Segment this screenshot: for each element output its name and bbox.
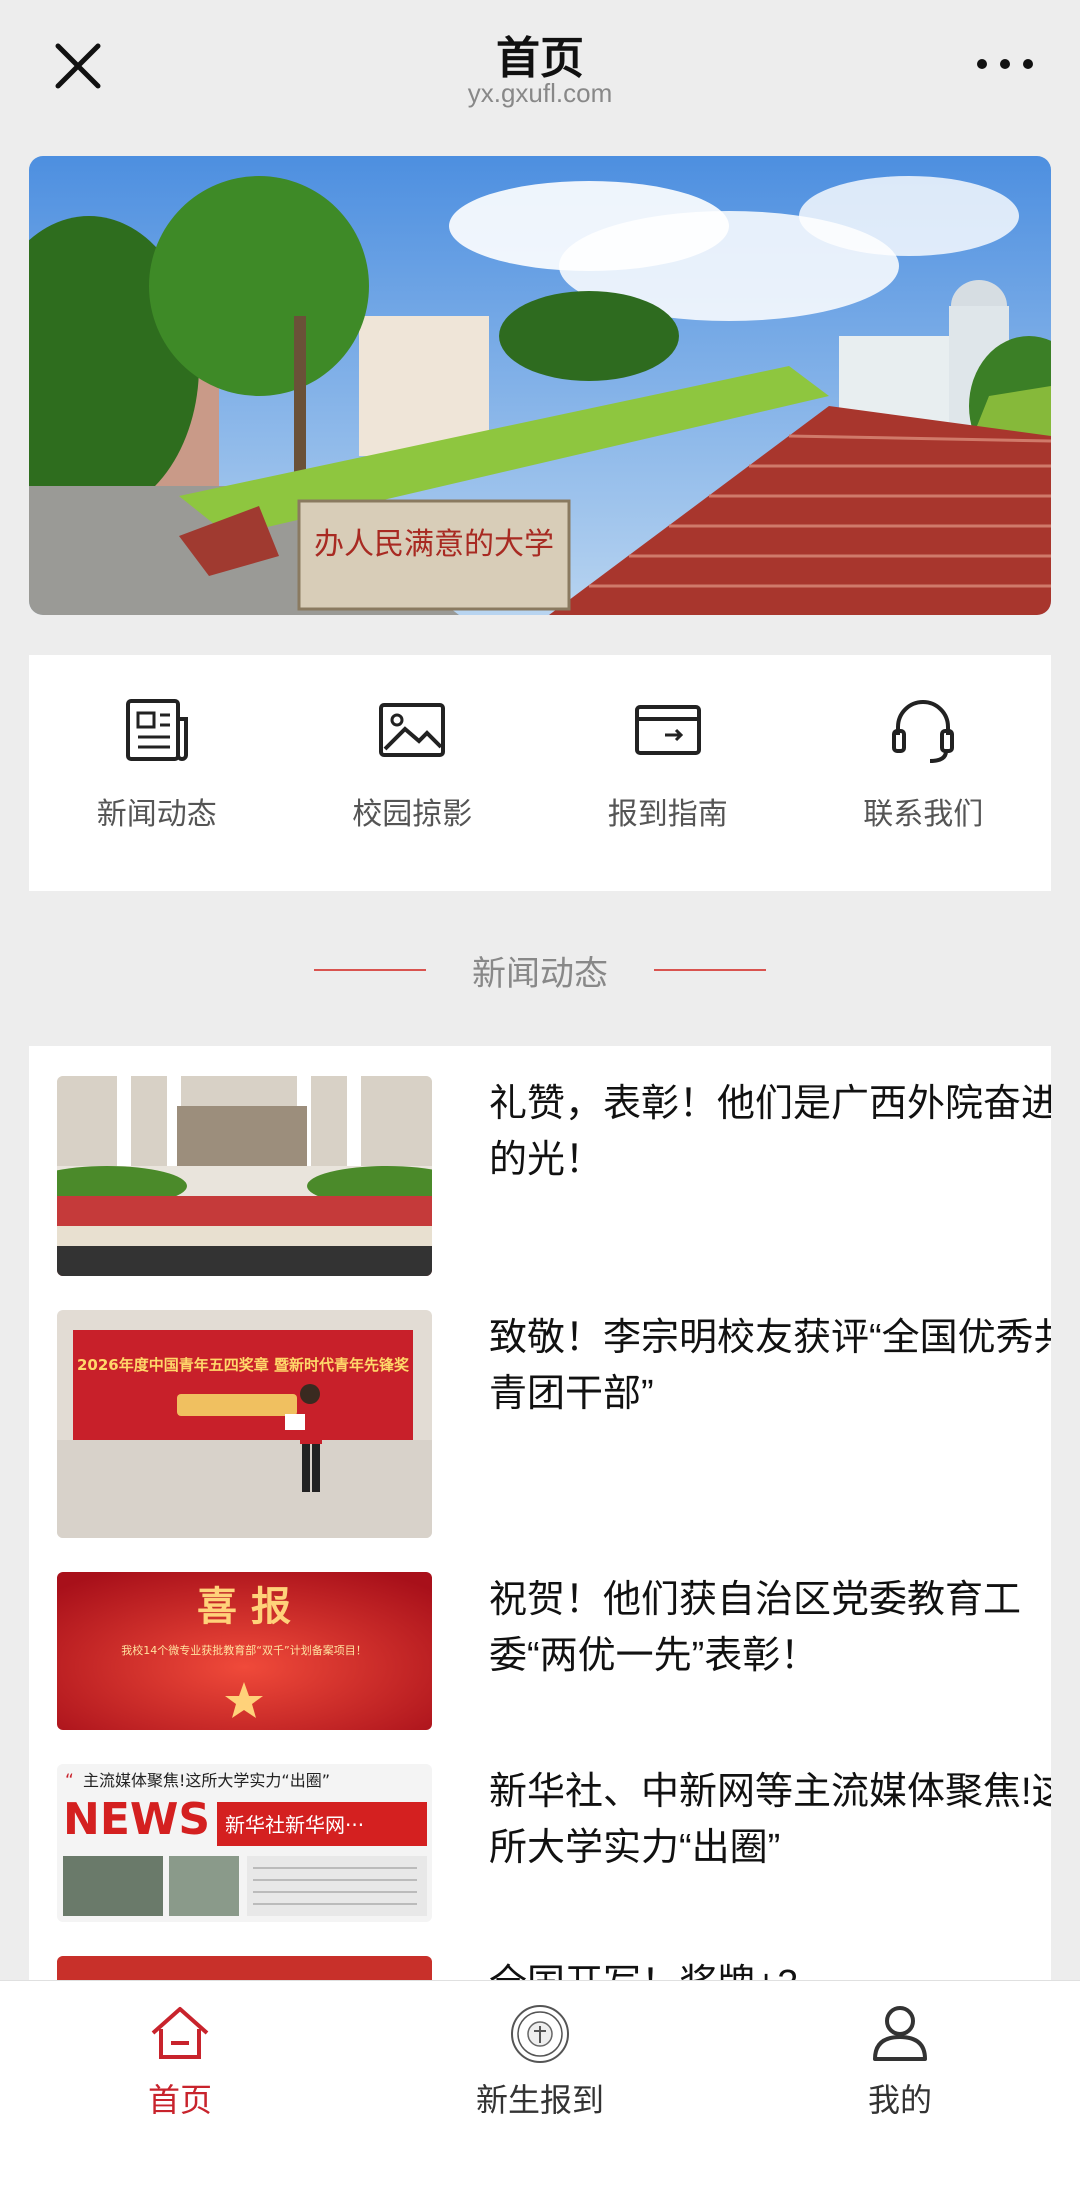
news-section-header: 新闻动态 [0, 940, 1080, 1000]
quick-link-label: 校园掠影 [352, 798, 473, 831]
quick-link-contact[interactable]: 联系我们 [796, 655, 1052, 891]
thumb-xinhua-text: 新华社新华网··· [225, 1813, 364, 1837]
image-icon [379, 703, 446, 757]
news-thumbnail: “ 主流媒体聚焦!这所大学实力“出圈” NEWS 新华社新华网··· [57, 1764, 432, 1922]
page-url: yx.gxufl.com [467, 78, 613, 108]
quick-link-gallery[interactable]: 校园掠影 [285, 655, 541, 891]
news-item[interactable]: 礼赞，表彰！他们是广西外院奋进的光！ [57, 1076, 1051, 1276]
news-item[interactable]: “ 主流媒体聚焦!这所大学实力“出圈” NEWS 新华社新华网··· 新华社、中… [57, 1764, 1051, 1922]
news-title: 礼赞，表彰！他们是广西外院奋进的光！ [489, 1083, 1051, 1181]
news-item[interactable]: 喜 报 我校14个微专业获批教育部“双千”计划备案项目！ 祝贺！他们获自治区党委… [57, 1572, 1023, 1730]
wallet-arrow-icon [634, 705, 701, 755]
thumb-banner-text: 2026年度中国青年五四奖章 暨新时代青年先锋奖 [77, 1356, 410, 1374]
page-title: 首页 [496, 34, 584, 83]
more-options-icon[interactable] [970, 44, 1040, 84]
quick-link-guide[interactable]: 报到指南 [540, 655, 796, 891]
tab-home[interactable]: 首页 [0, 1981, 360, 2211]
headset-icon [892, 700, 955, 763]
svg-text:“: “ [65, 1771, 74, 1791]
tab-label: 我的 [867, 2082, 932, 2118]
school-emblem-icon [511, 2005, 569, 2063]
news-title: 致敬！李宗明校友获评“全国优秀共青团干部” [489, 1317, 1051, 1415]
quick-link-label: 报到指南 [607, 798, 728, 831]
thumb-xibao-subtext: 我校14个微专业获批教育部“双千”计划备案项目！ [121, 1643, 366, 1657]
tab-label: 首页 [147, 2082, 212, 2118]
campus-banner-image: 办人民满意的大学 [29, 156, 1051, 615]
thumb-xibao-text: 喜 报 [197, 1583, 291, 1630]
tab-label: 新生报到 [475, 2082, 604, 2118]
tab-profile[interactable]: 我的 [720, 1981, 1080, 2211]
bottom-tab-bar: 首页 新生报到 我的 [0, 1980, 1080, 2211]
news-thumbnail: 喜 报 我校14个微专业获批教育部“双千”计划备案项目！ [57, 1572, 432, 1730]
tab-freshman-registration[interactable]: 新生报到 [360, 1981, 720, 2211]
newspaper-icon [125, 699, 188, 761]
user-icon [873, 2006, 927, 2061]
divider-right [654, 969, 766, 971]
quick-links: 新闻动态 校园掠影 报到指南 联系我们 [29, 655, 1051, 891]
news-title: 新华社、中新网等主流媒体聚焦!这所大学实力“出圈” [489, 1771, 1051, 1869]
banner-sign-text: 办人民满意的大学 [314, 527, 554, 562]
thumb-headline: 主流媒体聚焦!这所大学实力“出圈” [83, 1771, 330, 1790]
top-bar: 首页 yx.gxufl.com [0, 0, 1080, 126]
news-list: 礼赞，表彰！他们是广西外院奋进的光！ 2026年度中国青年五四奖章 暨新时代青年… [29, 1046, 1051, 2000]
news-title: 祝贺！他们获自治区党委教育工委“两优一先”表彰！ [489, 1579, 1022, 1677]
divider-left [314, 969, 426, 971]
quick-link-news[interactable]: 新闻动态 [29, 655, 285, 891]
section-title: 新闻动态 [472, 954, 608, 993]
news-item[interactable]: 2026年度中国青年五四奖章 暨新时代青年先锋奖 致敬！李宗明校友获评“全国优秀… [57, 1310, 1051, 1538]
news-thumbnail: 2026年度中国青年五四奖章 暨新时代青年先锋奖 [57, 1310, 432, 1538]
thumb-news-text: NEWS [63, 1794, 210, 1845]
news-thumbnail [57, 1076, 432, 1276]
quick-link-label: 联系我们 [863, 798, 984, 831]
campus-banner[interactable]: 办人民满意的大学 [29, 156, 1051, 615]
quick-link-label: 新闻动态 [96, 798, 217, 831]
home-icon [151, 2007, 209, 2059]
